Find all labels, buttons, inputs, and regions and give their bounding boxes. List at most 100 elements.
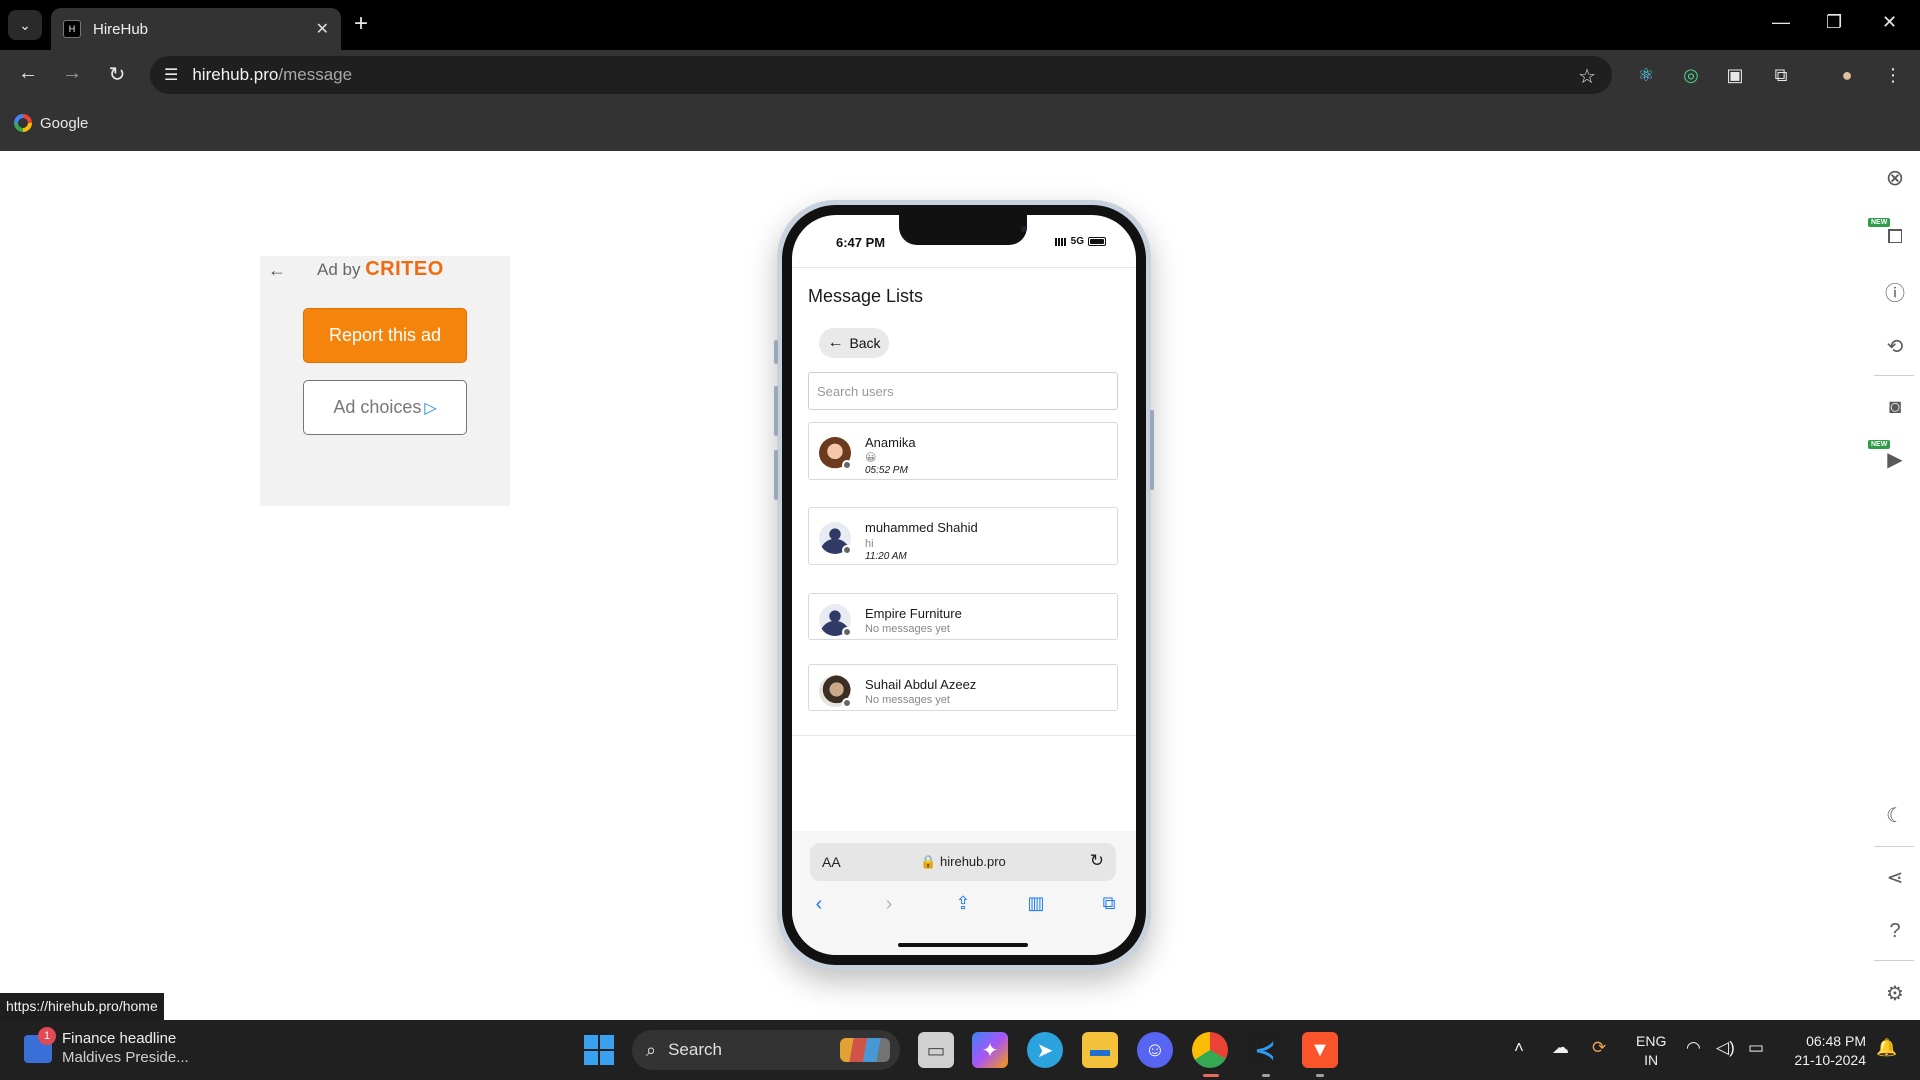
info-icon[interactable]: ⓘ [1880, 276, 1910, 306]
safari-address-bar[interactable]: AA 🔒 hirehub.pro ↻ [810, 843, 1116, 881]
conversation-name: Suhail Abdul Azeez [865, 677, 977, 692]
back-button[interactable]: ← Back [819, 328, 889, 358]
rotate-icon[interactable]: ⟲ [1880, 331, 1910, 361]
tool-divider [1874, 960, 1914, 961]
safari-reload-icon[interactable]: ↻ [1090, 851, 1104, 871]
help-icon[interactable]: ? [1880, 916, 1910, 946]
phone-volume-up [774, 386, 778, 436]
message-list-page: Message Lists ← Back Anamika 😀 05:52 PM m… [792, 267, 1136, 736]
news-title: Finance headline [62, 1030, 177, 1047]
dark-mode-moon-icon[interactable]: ☾ [1880, 800, 1910, 830]
notification-badge: 1 [38, 1026, 56, 1045]
conversation-time: 05:52 PM [865, 465, 908, 476]
close-window-icon[interactable]: ✕ [1882, 12, 1897, 33]
lang-line1: ENG [1636, 1033, 1667, 1049]
phone-mockup: 6:47 PM 5G Message Lists ← Back Anamika 😀… [774, 200, 1154, 970]
profile-avatar-icon[interactable]: ● [1834, 62, 1860, 88]
back-label: Back [849, 335, 881, 351]
vscode-icon[interactable]: ≺ [1247, 1032, 1283, 1068]
conversation-item[interactable]: muhammed Shahid hi 11:20 AM [808, 507, 1118, 565]
site-info-icon[interactable]: ☰ [164, 65, 178, 85]
browser-toolbar: ← → ↻ ☰ hirehub.pro/message ☆ ⚛ ◎ ▣ ⧉ ● … [0, 50, 1920, 100]
new-tab-button[interactable]: + [354, 12, 368, 36]
phone-bezel: 6:47 PM 5G Message Lists ← Back Anamika 😀… [782, 205, 1146, 965]
volume-icon[interactable]: ◁) [1716, 1038, 1735, 1058]
conversation-preview: No messages yet [865, 623, 950, 635]
camera-screenshot-icon[interactable]: ◙ [1880, 392, 1910, 422]
conversation-item[interactable]: Suhail Abdul Azeez No messages yet [808, 664, 1118, 711]
address-bar[interactable]: ☰ hirehub.pro/message ☆ [150, 56, 1612, 94]
battery-icon[interactable]: ▭ [1748, 1038, 1764, 1058]
restore-icon[interactable]: ❐ [1826, 12, 1842, 33]
browser-tab[interactable]: H HireHub ✕ [51, 8, 341, 50]
bookmarks-book-icon[interactable]: ▥ [1021, 893, 1051, 914]
file-explorer-icon[interactable]: ▬ [1082, 1032, 1118, 1068]
ad-by-label: Ad by CRITEO [317, 258, 444, 281]
discord-icon[interactable]: ☺ [1137, 1032, 1173, 1068]
tab-search-button[interactable]: ⌄ [8, 10, 42, 40]
forward-arrow-icon[interactable]: → [59, 62, 85, 85]
minimize-icon[interactable]: — [1772, 12, 1790, 33]
windows-taskbar: 1 Finance headline Maldives Preside... ⌕… [0, 1020, 1920, 1080]
system-clock[interactable]: 06:48 PM 21-10-2024 [1786, 1032, 1866, 1070]
screen-record-icon[interactable]: NEW ▶ [1868, 440, 1910, 474]
telegram-icon[interactable]: ➤ [1027, 1032, 1063, 1068]
lang-line2: IN [1644, 1052, 1659, 1068]
close-panel-icon[interactable]: ⊗ [1880, 163, 1910, 193]
language-indicator[interactable]: ENG IN [1636, 1032, 1666, 1070]
avatar [819, 437, 852, 470]
show-hidden-icons-chevron[interactable]: ˄ [1514, 1038, 1524, 1058]
tool-divider [1874, 375, 1914, 376]
safari-url: 🔒 hirehub.pro [810, 854, 1116, 870]
task-view-icon[interactable]: ▭ [918, 1032, 954, 1068]
extensions-puzzle-icon[interactable]: ⧉ [1768, 62, 1794, 88]
extension-ring-icon[interactable]: ◎ [1678, 62, 1704, 88]
tab-title: HireHub [93, 20, 149, 38]
notification-bell-icon[interactable]: 🔔 [1876, 1038, 1897, 1058]
share-icon[interactable]: ⋖ [1880, 862, 1910, 892]
back-arrow-icon[interactable]: ← [15, 62, 41, 85]
brave-icon[interactable]: ▼ [1302, 1032, 1338, 1068]
wifi-icon[interactable]: ◠ [1686, 1038, 1701, 1058]
conversation-name: Empire Furniture [865, 606, 962, 621]
news-subtitle: Maldives Preside... [62, 1049, 189, 1066]
offline-status-dot [842, 545, 852, 555]
safari-forward-icon[interactable]: › [874, 893, 904, 916]
adchoices-icon: ▷ [424, 399, 437, 417]
conversation-item[interactable]: Empire Furniture No messages yet [808, 593, 1118, 640]
menu-kebab-icon[interactable]: ⋮ [1880, 62, 1906, 88]
close-tab-icon[interactable]: ✕ [316, 19, 329, 39]
news-widget[interactable]: 1 Finance headline Maldives Preside... [24, 1026, 189, 1067]
react-devtools-icon[interactable]: ⚛ [1633, 62, 1659, 88]
offline-status-dot [842, 460, 852, 470]
settings-gear-icon[interactable]: ⚙ [1880, 978, 1910, 1008]
bookmark-star-icon[interactable]: ☆ [1578, 64, 1596, 89]
conversation-item[interactable]: Anamika 😀 05:52 PM [808, 422, 1118, 480]
copilot-icon[interactable]: ✦ [972, 1032, 1008, 1068]
share-icon[interactable]: ⇪ [948, 893, 978, 914]
report-ad-button[interactable]: Report this ad [303, 308, 467, 363]
url-path: /message [278, 65, 353, 84]
windows-start-icon[interactable] [584, 1035, 614, 1065]
tabs-icon[interactable]: ⧉ [1094, 893, 1124, 914]
responsive-devices-icon[interactable]: NEW ⧠ [1868, 218, 1910, 252]
bookmark-label: Google [40, 114, 89, 132]
search-users-input[interactable] [808, 372, 1118, 410]
extension-doc-icon[interactable]: ▣ [1722, 62, 1748, 88]
network-label: 5G [1070, 236, 1084, 247]
phone-volume-down [774, 450, 778, 500]
conversation-preview: No messages yet [865, 694, 950, 706]
ad-back-arrow-icon[interactable]: ← [268, 260, 286, 281]
taskbar-search[interactable]: ⌕ Search [632, 1030, 900, 1070]
ad-choices-button[interactable]: Ad choices ▷ [303, 380, 467, 435]
safari-toolbar: AA 🔒 hirehub.pro ↻ ‹ › ⇪ ▥ ⧉ [792, 831, 1136, 955]
onedrive-cloud-icon[interactable]: ☁ [1552, 1038, 1569, 1058]
offline-status-dot [842, 698, 852, 708]
google-icon [14, 114, 32, 132]
chrome-active-indicator [1203, 1074, 1219, 1077]
chrome-icon[interactable] [1192, 1032, 1228, 1068]
bookmark-google[interactable]: Google [14, 114, 88, 132]
sync-icon[interactable]: ⟳ [1592, 1038, 1606, 1058]
safari-back-icon[interactable]: ‹ [804, 893, 834, 916]
reload-icon[interactable]: ↻ [104, 62, 130, 87]
